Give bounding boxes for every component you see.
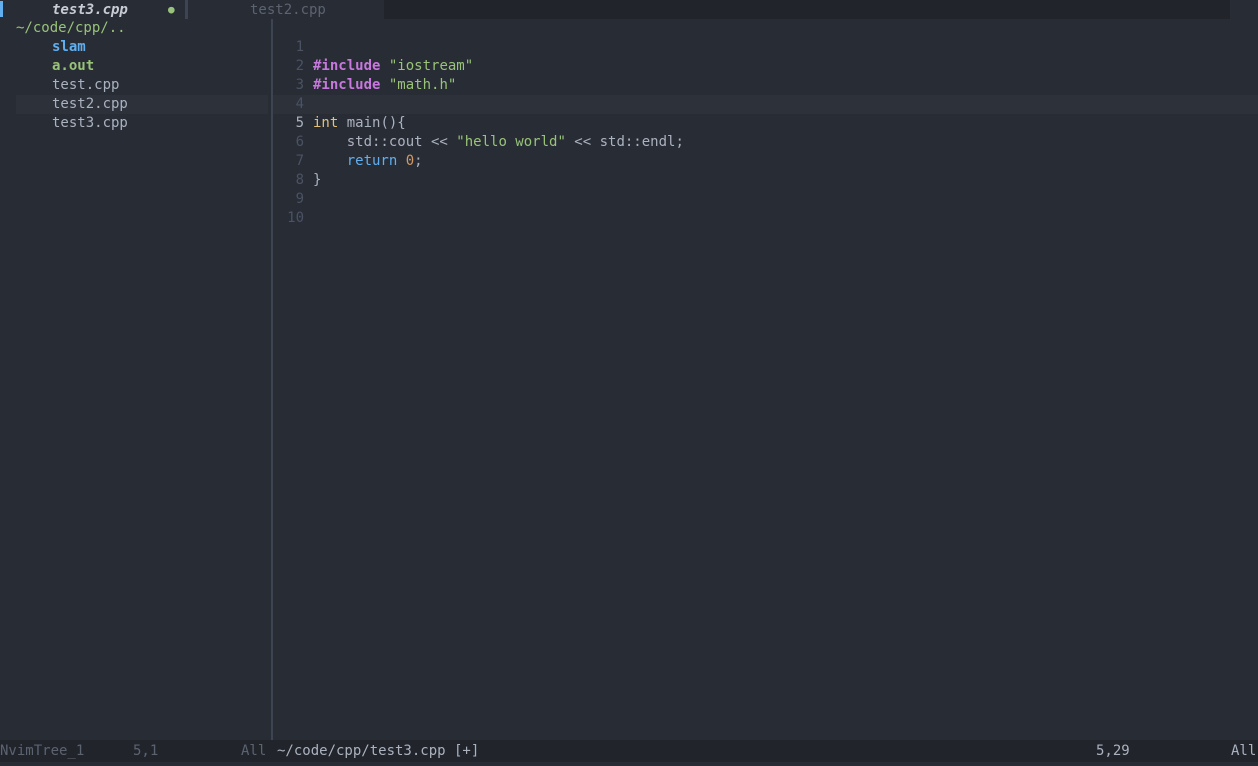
code-line: 10: [273, 190, 1258, 226]
tree-scroll-indicator: All: [241, 743, 267, 759]
tabline: test3.cpp ● test2.cpp: [0, 0, 1258, 19]
statusline: NvimTree_1 5,1 All ~/code/cpp/test3.cpp …: [0, 740, 1258, 762]
tab-test3-cpp[interactable]: test3.cpp: [52, 1, 128, 19]
tree-item-test2-cpp[interactable]: test2.cpp: [52, 95, 128, 114]
modified-dot-icon: ●: [168, 3, 175, 16]
tree-cursor-position: 5,1: [133, 743, 159, 759]
code-line: 2 #include "math.h": [273, 38, 1258, 93]
tree-buffer-name: NvimTree_1: [0, 743, 85, 759]
line-number: 10: [287, 210, 304, 226]
tabline-fill: [384, 0, 1230, 19]
file-path: ~/code/cpp/test3.cpp [+]: [277, 743, 480, 759]
tab-test2-cpp[interactable]: test2.cpp: [250, 1, 326, 19]
code-line: 4 int main(){: [273, 76, 1258, 131]
file-cursor-position: 5,29: [1096, 743, 1130, 759]
code-line: 9: [273, 171, 1258, 207]
tree-root-path[interactable]: ~/code/cpp/..: [16, 19, 126, 38]
command-line-area[interactable]: [0, 762, 1258, 766]
tree-item-a-out[interactable]: a.out: [52, 57, 94, 76]
code-line: 7 }: [273, 133, 1258, 188]
file-tree-panel[interactable]: ~/code/cpp/.. slam a.out test.cpp test2.…: [0, 19, 271, 740]
active-tab-indicator: [0, 1, 3, 17]
tree-item-slam[interactable]: slam: [52, 38, 86, 57]
code-line: 3: [273, 57, 1258, 93]
code-line: 8: [273, 152, 1258, 188]
code-line: 6 return 0;: [273, 114, 1258, 169]
nvim-window: test3.cpp ● test2.cpp ~/code/cpp/.. slam…: [0, 0, 1258, 766]
file-scroll-indicator: All: [1231, 743, 1257, 759]
tree-item-test-cpp[interactable]: test.cpp: [52, 76, 119, 95]
code-line-current: 5 std::cout << "hello world" << std::end…: [273, 95, 1258, 150]
code-line: 1 #include "iostream": [273, 19, 1258, 74]
tree-item-test3-cpp[interactable]: test3.cpp: [52, 114, 128, 133]
code-editor[interactable]: 1 #include "iostream" 2 #include "math.h…: [273, 19, 1258, 740]
